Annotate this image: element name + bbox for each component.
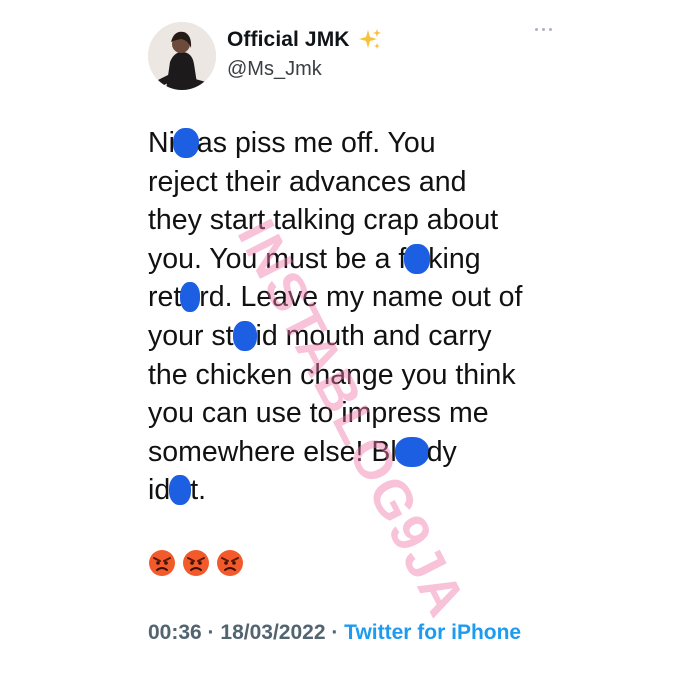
display-name[interactable]: Official JMK: [227, 28, 350, 52]
tweet-meta: 00:36 · 18/03/2022 · Twitter for iPhone: [148, 618, 568, 648]
tweet-date[interactable]: 18/03/2022: [220, 621, 325, 644]
censor-blob: [232, 320, 257, 351]
profile-photo: [148, 22, 216, 90]
separator: ·: [325, 621, 345, 644]
tweet-line: id t.: [148, 474, 207, 507]
tweet-line: somewhere else! Bl dy: [148, 435, 457, 468]
angry-face-icon: [149, 550, 175, 576]
tweet-time[interactable]: 00:36: [148, 621, 202, 644]
user-handle[interactable]: @Ms_Jmk: [227, 58, 322, 81]
angry-face-icon: [183, 550, 209, 576]
tweet-line: they start talking crap about: [148, 204, 499, 237]
tweet-line: you. You must be a f king: [148, 242, 481, 275]
separator: ·: [201, 621, 221, 644]
censor-blob: [172, 128, 199, 158]
tweet-line: reject their advances and: [148, 165, 467, 198]
tweet-line: the chicken change you think: [148, 358, 516, 391]
censor-blob: [180, 282, 201, 313]
tweet-line: Ni as piss me off. You: [148, 127, 436, 159]
tweet-line: your st id mouth and carry: [148, 319, 492, 352]
sparkles-icon: [358, 29, 381, 49]
tweet-line: you can use to impress me: [148, 397, 489, 430]
avatar[interactable]: [148, 22, 216, 90]
angry-face-icon: [217, 550, 243, 576]
display-name-row[interactable]: Official JMK: [227, 28, 382, 52]
censor-blob: [404, 243, 431, 274]
tweet-line: ret rd. Leave my name out of: [148, 281, 523, 314]
tweet-text: Ni as piss me off. You reject their advan…: [148, 124, 568, 510]
emoji-row: [148, 549, 244, 577]
tweet-source-link[interactable]: Twitter for iPhone: [344, 621, 521, 644]
censor-blob: [394, 436, 429, 467]
more-options-icon[interactable]: [535, 28, 552, 31]
censor-blob: [169, 475, 192, 506]
